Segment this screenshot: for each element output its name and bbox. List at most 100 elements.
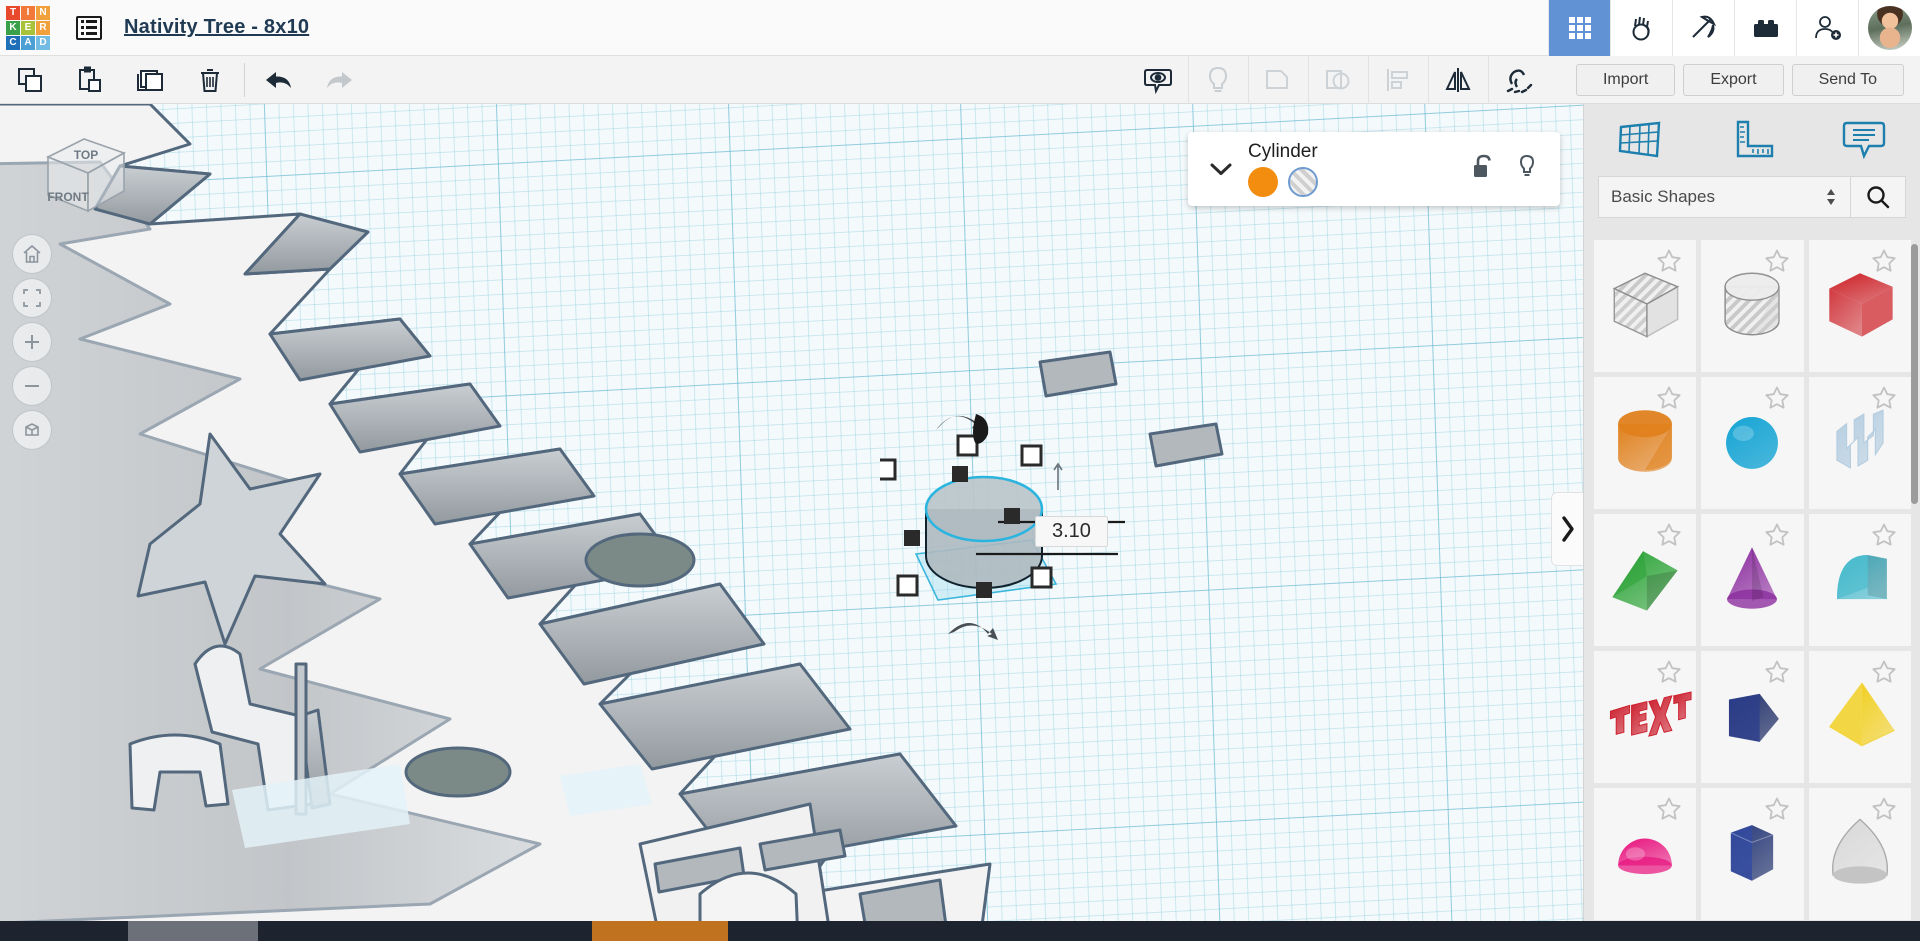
solid-color-swatch[interactable] — [1248, 167, 1278, 197]
shape-item-paraboloid[interactable] — [1808, 788, 1911, 920]
redo-button[interactable] — [309, 56, 369, 104]
favorite-star-icon[interactable] — [1656, 796, 1682, 827]
ruler-tab[interactable] — [1710, 110, 1794, 170]
logo-cell-r-5: R — [36, 20, 50, 35]
shape-item-pyramid[interactable] — [1808, 651, 1911, 783]
shape-item-cylinder[interactable] — [1594, 377, 1697, 509]
grid-designs-icon[interactable] — [1548, 0, 1610, 56]
user-avatar[interactable] — [1858, 0, 1920, 56]
minecraft-pickaxe-icon[interactable] — [1672, 0, 1734, 56]
favorite-star-icon[interactable] — [1764, 522, 1790, 553]
shape-item-polygon[interactable] — [1701, 651, 1804, 783]
shape-item-box[interactable] — [1808, 240, 1911, 372]
zoom-out-button[interactable] — [12, 366, 52, 406]
favorite-star-icon[interactable] — [1656, 522, 1682, 553]
collapse-panel-button[interactable] — [1551, 492, 1583, 566]
import-button[interactable]: Import — [1575, 63, 1676, 96]
favorite-star-icon[interactable] — [1871, 796, 1897, 827]
updown-caret-icon — [1827, 189, 1835, 205]
design-canvas[interactable]: TOP FRONT 3.10 — [0, 104, 1583, 941]
snap-magnet-button[interactable] — [1487, 55, 1548, 104]
taskbar-item[interactable] — [128, 921, 258, 941]
shape-item-sphere[interactable] — [1701, 377, 1804, 509]
shape-item-wedge[interactable] — [1594, 514, 1697, 646]
mode-switcher — [1548, 0, 1920, 56]
highlight-button[interactable] — [1187, 55, 1248, 104]
unlock-icon[interactable] — [1472, 154, 1494, 185]
copy-button[interactable] — [0, 56, 60, 104]
viewcube-top-label: TOP — [74, 148, 98, 162]
ungroup-button[interactable] — [1307, 55, 1368, 104]
shape-search-row: Basic Shapes — [1584, 176, 1920, 232]
lego-brick-icon[interactable] — [1734, 0, 1796, 56]
shape-panel-scrollbar[interactable] — [1911, 244, 1918, 504]
shape-item-box-hole[interactable] — [1594, 240, 1697, 372]
favorite-star-icon[interactable] — [1656, 659, 1682, 690]
shape-name: Cylinder — [1248, 141, 1318, 162]
nativity-tree-model[interactable] — [0, 104, 1583, 941]
align-button[interactable] — [1367, 55, 1428, 104]
notes-tab[interactable] — [1822, 110, 1906, 170]
favorite-star-icon[interactable] — [1871, 522, 1897, 553]
design-title[interactable]: Nativity Tree - 8x10 — [124, 16, 309, 39]
mirror-button[interactable] — [1427, 55, 1488, 104]
shape-item-hexagonal-prism[interactable] — [1701, 788, 1804, 920]
fit-to-view-button[interactable] — [12, 278, 52, 318]
tinkercad-logo[interactable]: TIN KER CAD — [0, 0, 56, 56]
show-hide-button[interactable] — [1128, 56, 1188, 104]
shape-inspector-panel[interactable]: Cylinder — [1188, 132, 1560, 206]
color-swatches — [1248, 167, 1472, 197]
lightbulb-icon[interactable] — [1516, 154, 1538, 185]
perspective-toggle-button[interactable] — [12, 410, 52, 450]
delete-button[interactable] — [180, 56, 240, 104]
shape-item-scribble[interactable] — [1808, 377, 1911, 509]
sculpt-hand-icon[interactable] — [1610, 0, 1672, 56]
favorite-star-icon[interactable] — [1656, 385, 1682, 416]
view-cube[interactable]: TOP FRONT — [28, 119, 138, 229]
hole-swatch[interactable] — [1288, 167, 1318, 197]
chevron-down-icon[interactable] — [1204, 161, 1238, 177]
search-icon — [1867, 186, 1890, 209]
logo-cell-i-1: I — [21, 5, 35, 20]
send-to-button[interactable]: Send To — [1791, 63, 1904, 96]
undo-button[interactable] — [249, 56, 309, 104]
designs-list-icon[interactable] — [76, 15, 102, 40]
logo-cell-c-6: C — [6, 35, 20, 50]
group-button[interactable] — [1247, 55, 1308, 104]
object-tools-group — [1128, 55, 1548, 104]
dimension-label[interactable]: 3.10 — [1035, 516, 1108, 547]
favorite-star-icon[interactable] — [1764, 659, 1790, 690]
scale-handle — [880, 458, 897, 481]
favorite-star-icon[interactable] — [1764, 385, 1790, 416]
favorite-star-icon[interactable] — [1764, 248, 1790, 279]
duplicate-button[interactable] — [120, 56, 180, 104]
move-handle — [952, 466, 968, 482]
shape-library-grid[interactable] — [1584, 240, 1920, 941]
logo-cell-n-2: N — [36, 5, 50, 20]
shape-item-roof[interactable] — [1808, 514, 1911, 646]
favorite-star-icon[interactable] — [1871, 385, 1897, 416]
logo-cell-e-4: E — [21, 20, 35, 35]
shape-item-cone[interactable] — [1701, 514, 1804, 646]
invite-person-icon[interactable] — [1796, 0, 1858, 56]
taskbar-item-active[interactable] — [592, 921, 728, 941]
favorite-star-icon[interactable] — [1871, 659, 1897, 690]
shape-search-button[interactable] — [1850, 176, 1906, 218]
paste-button[interactable] — [60, 56, 120, 104]
zoom-in-button[interactable] — [12, 322, 52, 362]
workplane-tab[interactable] — [1598, 110, 1682, 170]
shape-category-select[interactable]: Basic Shapes — [1598, 176, 1850, 218]
shape-item-text[interactable] — [1594, 651, 1697, 783]
move-handle — [976, 582, 992, 598]
export-button[interactable]: Export — [1683, 63, 1784, 96]
tinkercad-app: TINKERCAD Nativity Tree - 8x10 Import Ex… — [0, 0, 1920, 941]
height-handle — [1053, 462, 1063, 490]
scale-handle — [1030, 566, 1053, 589]
shape-item-half-sphere[interactable] — [1594, 788, 1697, 920]
home-view-button[interactable] — [12, 234, 52, 274]
favorite-star-icon[interactable] — [1871, 248, 1897, 279]
edit-toolbar: Import Export Send To — [0, 55, 1920, 104]
favorite-star-icon[interactable] — [1656, 248, 1682, 279]
shape-item-cylinder-hole[interactable] — [1701, 240, 1804, 372]
favorite-star-icon[interactable] — [1764, 796, 1790, 827]
